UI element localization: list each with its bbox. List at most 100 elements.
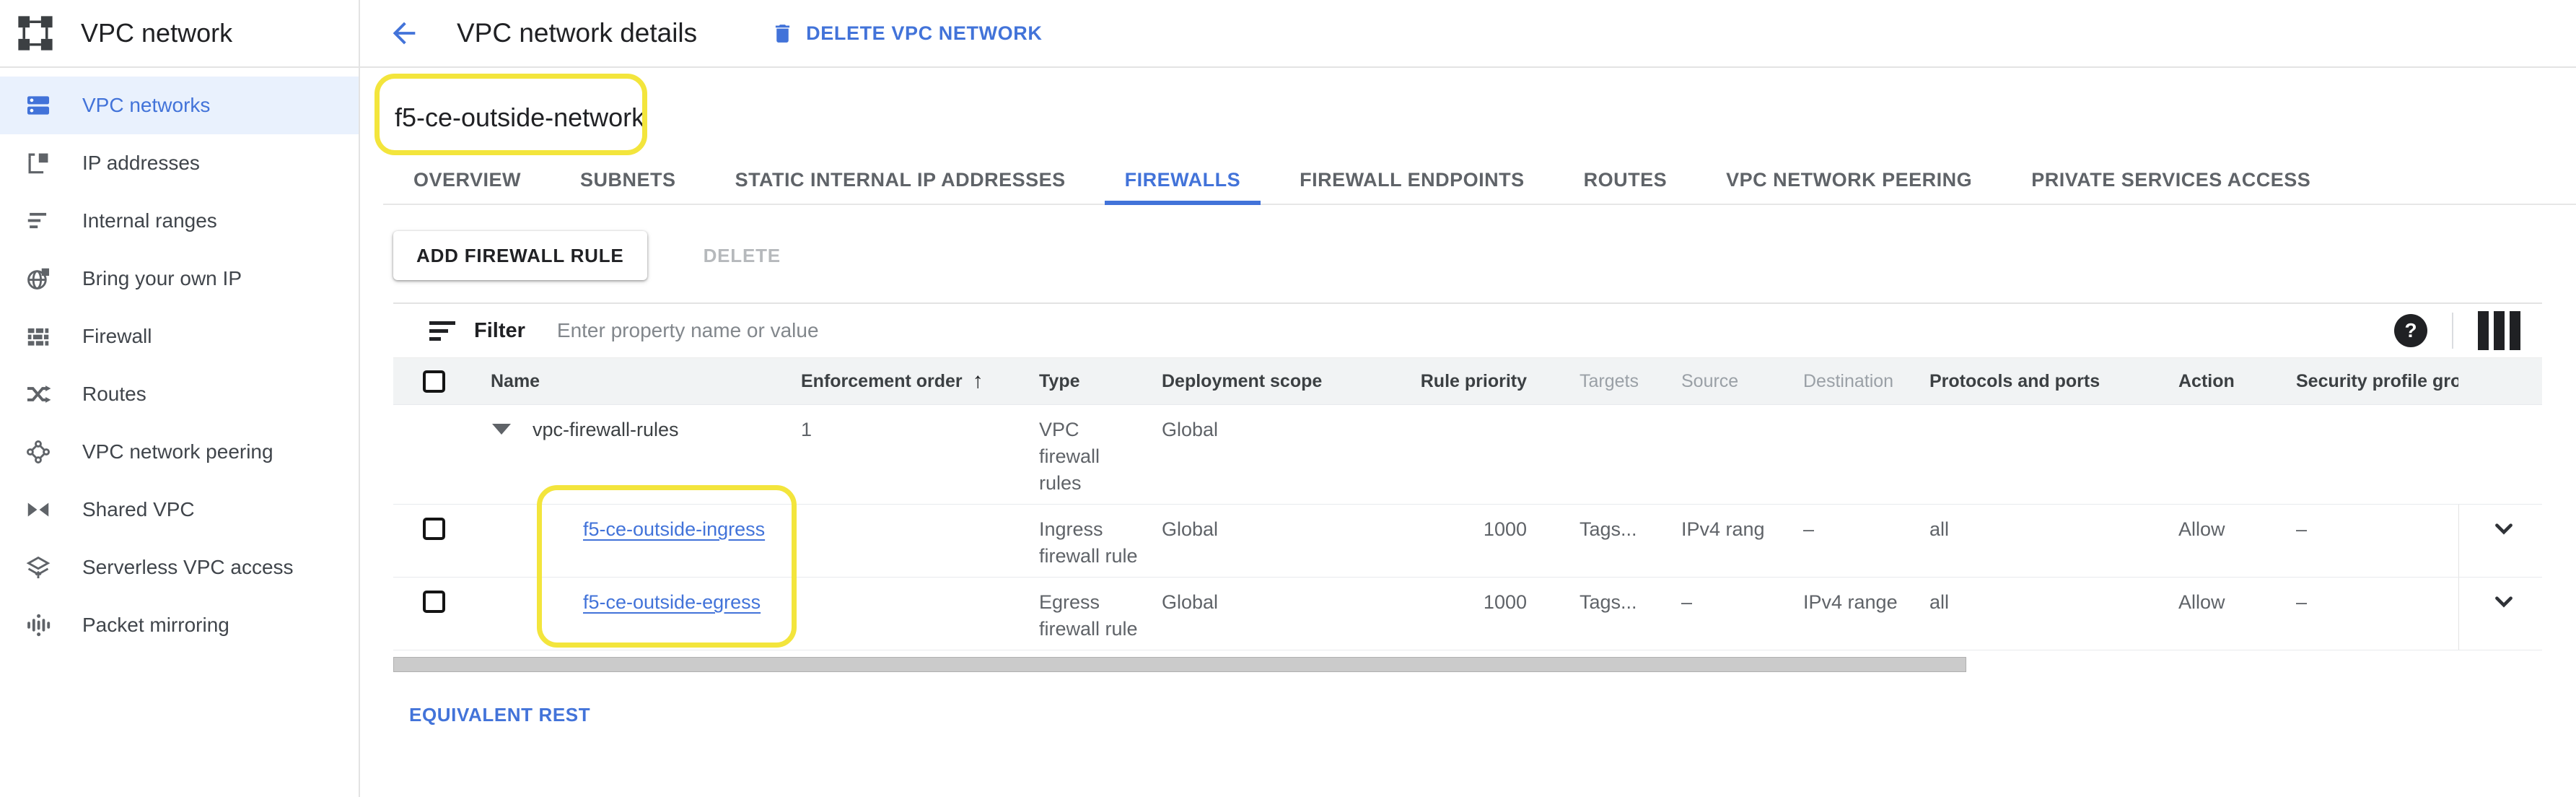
collapse-group-icon[interactable] [492, 424, 511, 435]
sidebar-item-label: Packet mirroring [82, 614, 229, 637]
chevron-down-icon[interactable] [2489, 513, 2519, 544]
sidebar-item-label: Shared VPC [82, 498, 195, 521]
row-checkbox-cell [393, 405, 476, 504]
sidebar-item-internal-ranges[interactable]: Internal ranges [0, 192, 359, 250]
sidebar-item-bring-your-own-ip[interactable]: Bring your own IP [0, 250, 359, 308]
tab-vpc-network-peering[interactable]: VPC NETWORK PEERING [1706, 156, 1992, 204]
sidebar-item-packet-mirroring[interactable]: Packet mirroring [0, 596, 359, 654]
rule-link-egress[interactable]: f5-ce-outside-egress [583, 591, 761, 613]
column-header-protocols-and-ports[interactable]: Protocols and ports [1915, 371, 2164, 392]
sidebar-item-label: Routes [82, 383, 146, 406]
expand-row-cell [2458, 578, 2542, 650]
column-header-enforcement-order[interactable]: Enforcement order↑ [787, 369, 1025, 393]
add-firewall-rule-button[interactable]: ADD FIREWALL RULE [393, 231, 647, 280]
firewall-icon [25, 323, 52, 350]
help-glyph: ? [2404, 319, 2417, 342]
sidebar-item-label: Serverless VPC access [82, 556, 294, 579]
sidebar-item-label: VPC network peering [82, 440, 273, 463]
column-header-deployment-scope[interactable]: Deployment scope [1147, 371, 1414, 392]
table-header-row: Name Enforcement order↑ Type Deployment … [393, 358, 2542, 404]
rule-link-ingress[interactable]: f5-ce-outside-ingress [583, 518, 765, 540]
sort-ascending-icon: ↑ [973, 369, 983, 393]
type-cell: VPC firewall rules [1025, 405, 1147, 504]
expand-row-cell [2458, 505, 2542, 577]
table-row-f5-ce-outside-ingress: f5-ce-outside-ingress Ingress firewall r… [393, 504, 2542, 577]
tab-private-services-access[interactable]: PRIVATE SERVICES ACCESS [2011, 156, 2331, 204]
vpc-network-details-page: VPC network VPC networks IP addresses In… [0, 0, 2576, 797]
filter-input[interactable] [556, 318, 1208, 343]
column-display-options-icon[interactable] [2478, 311, 2520, 350]
tab-overview[interactable]: OVERVIEW [393, 156, 541, 204]
type-cell: Egress firewall rule [1025, 578, 1147, 650]
sidebar-title: VPC network [81, 18, 232, 48]
filter-icon[interactable] [429, 321, 457, 341]
sidebar-item-label: Internal ranges [82, 209, 217, 232]
column-header-rule-priority[interactable]: Rule priority [1414, 371, 1565, 392]
vpc-networks-icon [25, 92, 52, 119]
delete-vpc-network-button[interactable]: DELETE VPC NETWORK [766, 21, 1046, 46]
sidebar-item-label: VPC networks [82, 94, 210, 117]
sidebar-item-serverless-vpc-access[interactable]: Serverless VPC access [0, 539, 359, 596]
delete-rule-button[interactable]: DELETE [699, 244, 785, 268]
action-cell: Allow [2164, 505, 2282, 577]
shared-vpc-icon [25, 496, 52, 523]
sidebar-item-shared-vpc[interactable]: Shared VPC [0, 481, 359, 539]
content: f5-ce-outside-network OVERVIEW SUBNETS S… [360, 103, 2576, 726]
sidebar-item-firewall[interactable]: Firewall [0, 308, 359, 365]
serverless-icon [25, 554, 52, 581]
type-cell: Ingress firewall rule [1025, 505, 1147, 577]
tab-firewall-endpoints[interactable]: FIREWALL ENDPOINTS [1279, 156, 1545, 204]
internal-ranges-icon [25, 207, 52, 235]
column-header-security-profile-group[interactable]: Security profile gro [2282, 371, 2458, 392]
tab-static-internal-ip-addresses[interactable]: STATIC INTERNAL IP ADDRESSES [715, 156, 1086, 204]
tab-subnets[interactable]: SUBNETS [560, 156, 696, 204]
select-all-checkbox[interactable] [423, 370, 445, 393]
network-name: f5-ce-outside-network [395, 103, 2542, 133]
column-header-type[interactable]: Type [1025, 371, 1147, 392]
back-button[interactable] [387, 17, 421, 50]
sidebar-header: VPC network [0, 0, 359, 68]
sidebar-nav: VPC networks IP addresses Internal range… [0, 68, 359, 654]
horizontal-scrollbar[interactable] [393, 657, 1966, 672]
column-header-action[interactable]: Action [2164, 371, 2282, 392]
filter-toolbar: Filter ? [393, 302, 2542, 358]
column-header-targets[interactable]: Targets [1565, 371, 1667, 392]
help-icon[interactable]: ? [2394, 314, 2427, 347]
sidebar-item-vpc-networks[interactable]: VPC networks [0, 77, 359, 134]
main-panel: VPC network details DELETE VPC NETWORK f… [360, 0, 2576, 797]
chevron-down-icon[interactable] [2489, 586, 2519, 617]
sidebar-item-routes[interactable]: Routes [0, 365, 359, 423]
rule-priority-cell: 1000 [1414, 578, 1565, 650]
column-header-destination[interactable]: Destination [1789, 371, 1915, 392]
toolbar-divider [2452, 313, 2453, 349]
deployment-scope-cell: Global [1147, 405, 1414, 504]
deployment-scope-cell: Global [1147, 578, 1414, 650]
sidebar-item-vpc-network-peering[interactable]: VPC network peering [0, 423, 359, 481]
ip-addresses-icon [25, 149, 52, 177]
table-actions: ADD FIREWALL RULE DELETE [393, 231, 2542, 280]
security-profile-cell: – [2282, 505, 2458, 577]
column-header-name[interactable]: Name [476, 371, 787, 392]
equivalent-rest-link[interactable]: EQUIVALENT REST [409, 704, 590, 726]
deployment-scope-cell: Global [1147, 505, 1414, 577]
vpc-network-logo-icon [16, 14, 55, 53]
row-checkbox[interactable] [423, 591, 445, 613]
tab-routes[interactable]: ROUTES [1564, 156, 1688, 204]
destination-cell: – [1789, 505, 1915, 577]
group-name-cell: vpc-firewall-rules [476, 405, 787, 504]
rule-name-cell: f5-ce-outside-ingress [476, 505, 787, 577]
tab-firewalls[interactable]: FIREWALLS [1105, 156, 1261, 204]
page-title: VPC network details [457, 18, 697, 48]
filter-label: Filter [474, 319, 525, 343]
column-header-source[interactable]: Source [1667, 371, 1789, 392]
rule-priority-cell: 1000 [1414, 505, 1565, 577]
select-all-checkbox-cell [393, 370, 476, 393]
sidebar-item-ip-addresses[interactable]: IP addresses [0, 134, 359, 192]
table-row-f5-ce-outside-egress: f5-ce-outside-egress Egress firewall rul… [393, 577, 2542, 650]
protocols-cell: all [1915, 578, 2164, 650]
targets-cell: Tags... [1565, 505, 1667, 577]
sidebar-item-label: Firewall [82, 325, 152, 348]
table-body: vpc-firewall-rules 1 VPC firewall rules … [393, 404, 2542, 650]
row-checkbox[interactable] [423, 518, 445, 540]
source-cell: – [1667, 578, 1789, 650]
